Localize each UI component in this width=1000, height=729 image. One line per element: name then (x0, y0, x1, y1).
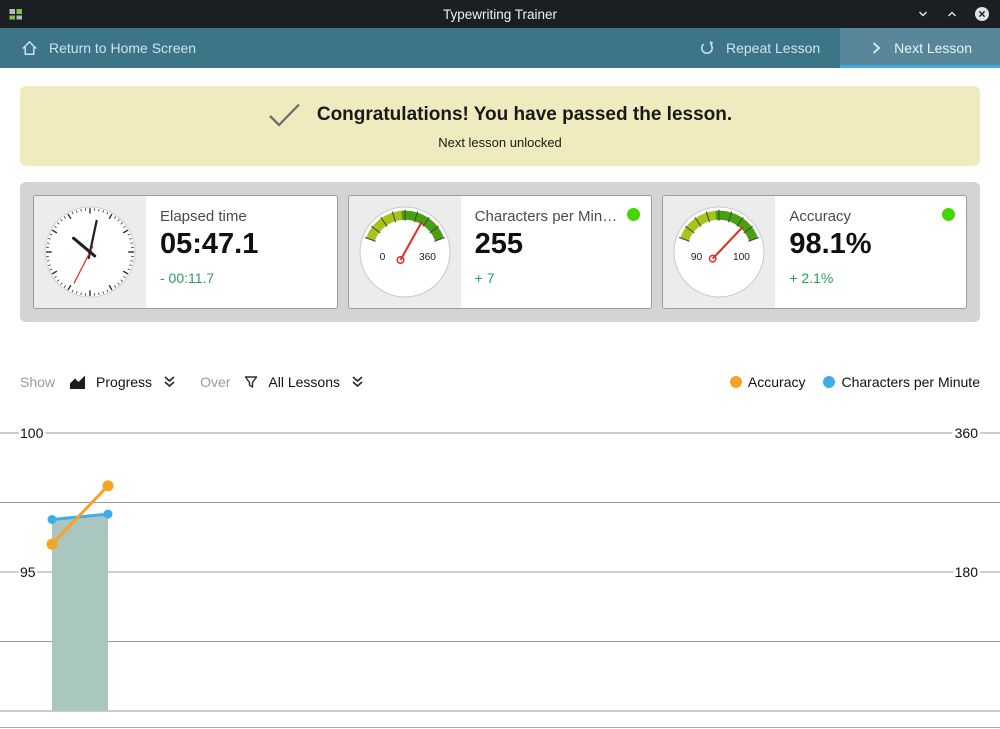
accuracy-card: 90 100 Accuracy 98.1% + 2.1% (662, 195, 967, 309)
cpm-gauge-icon: 0 360 (358, 205, 452, 299)
progress-chart: 100 95 360 180 (0, 405, 1000, 729)
home-icon (20, 39, 39, 58)
close-button[interactable] (974, 6, 990, 22)
svg-text:100: 100 (733, 252, 750, 263)
lessons-selector-value: All Lessons (268, 374, 340, 390)
repeat-icon (698, 39, 716, 57)
over-label: Over (200, 374, 230, 390)
cpm-gauge-box: 0 360 (349, 196, 461, 308)
data-point (47, 539, 58, 550)
area-chart-icon (68, 374, 87, 391)
shade-icon[interactable] (916, 7, 930, 21)
next-lesson-button[interactable]: Next Lesson (840, 28, 1000, 68)
legend-dot-icon (823, 376, 835, 388)
axis-tick-label: 360 (955, 425, 979, 441)
cpm-status-dot (627, 208, 640, 221)
accuracy-label: Accuracy (789, 208, 951, 225)
banner-title: Congratulations! You have passed the les… (317, 104, 732, 126)
success-banner: Congratulations! You have passed the les… (20, 86, 980, 166)
lessons-selector[interactable]: All Lessons (243, 374, 366, 390)
show-label: Show (20, 374, 55, 390)
data-point (48, 515, 57, 524)
elapsed-time-text: Elapsed time 05:47.1 - 00:11.7 (146, 196, 337, 308)
elapsed-time-label: Elapsed time (160, 208, 322, 225)
cpm-delta: + 7 (475, 270, 638, 286)
elapsed-time-card: Elapsed time 05:47.1 - 00:11.7 (33, 195, 338, 309)
legend-item: Characters per Minute (823, 374, 980, 390)
axis-tick-label: 95 (20, 564, 36, 580)
legend-dot-icon (730, 376, 742, 388)
legend-label: Accuracy (748, 374, 806, 390)
accuracy-gauge-box: 90 100 (663, 196, 775, 308)
double-chevron-down-icon (161, 374, 178, 390)
accuracy-status-dot (942, 208, 955, 221)
repeat-lesson-label: Repeat Lesson (726, 40, 820, 56)
elapsed-time-value: 05:47.1 (160, 228, 323, 261)
next-icon (868, 40, 884, 56)
titlebar: Typewriting Trainer (0, 0, 1000, 28)
clock-box (34, 196, 146, 308)
checkmark-icon (268, 102, 301, 128)
legend-label: Characters per Minute (841, 374, 980, 390)
show-selector[interactable]: Progress (68, 374, 178, 391)
cpm-text: Characters per Min… 255 + 7 (461, 196, 652, 308)
svg-text:360: 360 (419, 252, 436, 263)
accuracy-text: Accuracy 98.1% + 2.1% (775, 196, 966, 308)
area-fill (52, 514, 108, 711)
axis-tick-label: 100 (20, 425, 44, 441)
maximize-icon[interactable] (945, 7, 959, 21)
app-window: Typewriting Trainer Return to Home Scree… (0, 0, 1000, 729)
accuracy-delta: + 2.1% (789, 270, 952, 286)
accuracy-value: 98.1% (789, 228, 952, 261)
chart-legend: Accuracy Characters per Minute (730, 374, 980, 390)
progress-chart-canvas: 100 95 360 180 (0, 405, 1000, 729)
svg-text:0: 0 (379, 252, 385, 263)
app-icon (8, 6, 24, 22)
filter-funnel-icon (243, 374, 259, 390)
next-lesson-label: Next Lesson (894, 40, 972, 56)
navbar: Return to Home Screen Repeat Lesson Next… (0, 28, 1000, 68)
legend-item: Accuracy (730, 374, 806, 390)
cpm-label: Characters per Min… (475, 208, 637, 225)
stats-panel: Elapsed time 05:47.1 - 00:11.7 0 360 Char… (20, 182, 980, 322)
banner-subtitle: Next lesson unlocked (438, 135, 562, 150)
window-controls (916, 0, 990, 28)
nav-right-group: Repeat Lesson Next Lesson (678, 28, 1000, 68)
data-point (103, 480, 114, 491)
banner-title-row: Congratulations! You have passed the les… (268, 102, 732, 128)
cpm-value: 255 (475, 228, 638, 261)
elapsed-time-delta: - 00:11.7 (160, 270, 323, 286)
return-home-button[interactable]: Return to Home Screen (0, 28, 216, 68)
svg-text:90: 90 (691, 252, 703, 263)
clock-icon (43, 205, 137, 299)
return-home-label: Return to Home Screen (49, 40, 196, 56)
data-point (104, 510, 113, 519)
double-chevron-down-icon (349, 374, 366, 390)
accuracy-gauge-icon: 90 100 (672, 205, 766, 299)
axis-tick-label: 180 (955, 564, 979, 580)
window-title: Typewriting Trainer (0, 7, 1000, 22)
show-selector-value: Progress (96, 374, 152, 390)
repeat-lesson-button[interactable]: Repeat Lesson (678, 28, 840, 68)
chart-toolbar: Show Progress Over All Lessons Accuracy C… (20, 370, 980, 394)
cpm-card: 0 360 Characters per Min… 255 + 7 (348, 195, 653, 309)
